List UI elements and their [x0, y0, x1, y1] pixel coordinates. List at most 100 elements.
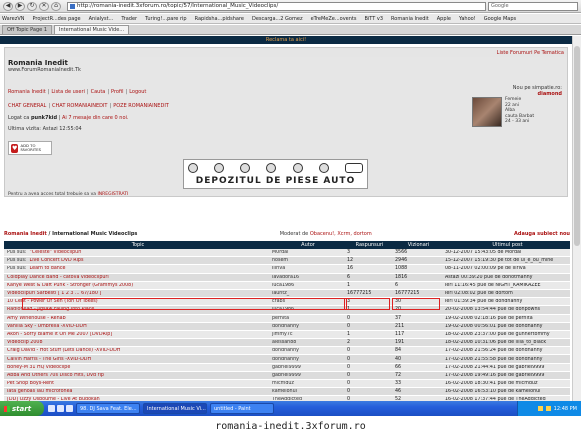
topic-link[interactable]: "Celeste" Videoclipuri: [30, 250, 82, 255]
bookmark-item[interactable]: Descarga...2 Gomez: [252, 16, 303, 22]
taskbar-item-paint[interactable]: untitled - Paint: [210, 403, 274, 414]
search-input[interactable]: Google: [488, 1, 578, 11]
scrollbar-thumb[interactable]: [574, 46, 580, 246]
home-button[interactable]: ⌂: [51, 1, 61, 11]
bookmark-item[interactable]: Yahoo!: [459, 16, 476, 22]
author-cell[interactable]: kamelonul: [269, 389, 344, 394]
topic-link[interactable]: Amy Winehouse - Rehab: [7, 316, 66, 321]
tray-icon[interactable]: [537, 406, 543, 411]
forward-button[interactable]: ▶: [15, 1, 25, 11]
last-post-cell[interactable]: 20-02-2008 13:54:44 pue de donpowns: [442, 307, 570, 312]
last-post-cell[interactable]: 15-12-2007 15:19:30 pe tot de ui_e_ou_mi…: [442, 258, 570, 263]
topic-link[interactable]: Videoclip 2008: [7, 340, 43, 345]
last-post-cell[interactable]: Ieri 11:16:45 pue de NIGHT_KAMIKAZEE: [442, 283, 570, 288]
quick-launch-icon[interactable]: [57, 405, 64, 412]
nav-search-link[interactable]: Cauta: [91, 89, 106, 95]
auto-parts-banner[interactable]: DEPOZITUL DE PIESE AUTO: [183, 159, 368, 189]
last-post-cell[interactable]: 18-02-2008 23:37:00 pue de gunnertommy: [442, 332, 570, 337]
taskbar-item-music[interactable]: 98. DJ Sava Feat. Ele...: [76, 403, 140, 414]
quick-launch-icon[interactable]: [48, 405, 55, 412]
author-cell[interactable]: dondhanny: [269, 348, 344, 353]
tab-off-topic[interactable]: Off Topic Page 1: [2, 25, 53, 34]
author-cell[interactable]: jimmy7c: [269, 332, 344, 337]
topic-link[interactable]: Boney-M 31 HQ videoclipe: [7, 365, 70, 370]
start-button[interactable]: start: [0, 401, 44, 416]
nav-logout-link[interactable]: Logout: [129, 89, 146, 95]
bookmark-item[interactable]: ProjectR...des page: [33, 16, 81, 22]
register-link[interactable]: INREGISTRATI: [97, 192, 128, 197]
topic-link[interactable]: Pet Shop Boys-Rent: [7, 381, 54, 386]
top-notice[interactable]: Reclama ta aici!: [266, 37, 306, 43]
last-post-cell[interactable]: 17-02-2008 19:49:16 pue de gabriel9999: [442, 373, 570, 378]
bookmark-item[interactable]: WarezVN: [2, 16, 25, 22]
nav-users-link[interactable]: Lista de useri: [51, 89, 85, 95]
moderators-list[interactable]: Obacenu!, Xcrm, dortom: [310, 231, 372, 237]
bookmark-item[interactable]: Romania Inedit: [391, 16, 429, 22]
back-button[interactable]: ◀: [3, 1, 13, 11]
topic-link[interactable]: Learn to dance: [30, 266, 66, 271]
last-post-cell[interactable]: Ieri 01:39:34 pue de dondhanny: [442, 299, 570, 304]
nav-chat-general[interactable]: CHAT GENERAL: [8, 103, 46, 109]
promo-link[interactable]: Liste Forumuri Pe Tematica: [497, 50, 564, 56]
nav-profile-link[interactable]: Profil: [111, 89, 123, 95]
last-post-cell[interactable]: 18-02-2008 10:31:06 pue de lilla_to_blac…: [442, 340, 570, 345]
author-cell[interactable]: lavadora16: [269, 275, 344, 280]
reload-button[interactable]: ↻: [27, 1, 37, 11]
avatar[interactable]: [472, 97, 502, 127]
topic-link[interactable]: Iata genoas iau microfonea: [7, 389, 72, 394]
last-post-cell[interactable]: 17-02-2008 21:55:58 pue de dondhanny: [442, 357, 570, 362]
page-scrollbar[interactable]: [572, 36, 581, 401]
topic-link[interactable]: Craig David - Hot Stuff (Lets Dance) -XV…: [7, 348, 120, 353]
last-post-cell[interactable]: Ieri 02:08:02 pue de dortom: [442, 291, 570, 296]
topic-link[interactable]: Coldplay Dance Band - catova videoclipur…: [7, 275, 109, 280]
author-cell[interactable]: pernita: [269, 316, 344, 321]
topic-link[interactable]: Abba And Others 70s Disco Hits, Dvd rip: [7, 373, 104, 378]
bookmark-item[interactable]: Trader: [121, 16, 137, 22]
last-post-cell[interactable]: 19-02-2008 02:18:16 pue de pernita: [442, 316, 570, 321]
nav-home-link[interactable]: Romania Inedit: [8, 89, 46, 95]
author-cell[interactable]: dondhanny: [269, 324, 344, 329]
author-cell[interactable]: alessah88: [269, 340, 344, 345]
last-post-cell[interactable]: 17-02-2008 21:44:41 pue de gabriel9999: [442, 365, 570, 370]
topic-link[interactable]: Kanye West & Daft Punk - Stronger (Gramm…: [7, 283, 133, 288]
topic-link[interactable]: Akon - Sorry Blame It On Me 2007 [DVDRip…: [7, 332, 112, 337]
last-post-cell[interactable]: 19-02-2008 00:56:01 pue de dondhanny: [442, 324, 570, 329]
nav-poze[interactable]: POZE ROMANIAINEDIT: [113, 103, 169, 109]
new-topic-button[interactable]: Adauga subiect nou: [514, 231, 570, 237]
author-cell[interactable]: dondhanny: [269, 357, 344, 362]
last-post-cell[interactable]: 16-02-2008 18:30:41 pue de micmduz: [442, 381, 570, 386]
last-post-cell[interactable]: Astazi 00:39:20 pue de donotmanny: [442, 275, 570, 280]
topic-link[interactable]: Live Concert DVD Rips: [30, 258, 84, 263]
messages-link[interactable]: Ai 7 mesaje din care 0 noi.: [62, 115, 129, 121]
quick-launch-icon[interactable]: [66, 405, 73, 412]
author-cell[interactable]: M0rdal: [269, 250, 344, 255]
author-cell[interactable]: gabriel9999: [269, 373, 344, 378]
last-post-cell[interactable]: 30-12-2007 15:43:05 de Mordal: [442, 250, 570, 255]
author-cell[interactable]: Iliriva: [269, 266, 344, 271]
logged-username[interactable]: punk7kid: [31, 115, 57, 121]
add-to-favorites-button[interactable]: ♥ ADD TO FAVORITES: [8, 141, 52, 155]
tray-icon[interactable]: [545, 406, 551, 411]
bookmark-item[interactable]: BiTT v3: [364, 16, 383, 22]
tab-international-music[interactable]: International Music Vide...: [54, 25, 130, 34]
bookmark-item[interactable]: Rapidsha...pidshare: [195, 16, 244, 22]
author-cell[interactable]: micmduz: [269, 381, 344, 386]
author-cell[interactable]: luca1986: [269, 283, 344, 288]
last-post-cell[interactable]: 08-11-2007 02:00:09 pe de Iliriva: [442, 266, 570, 271]
bookmark-item[interactable]: Apple: [437, 16, 451, 22]
author-cell[interactable]: hosem: [269, 258, 344, 263]
nav-chat-romania[interactable]: CHAT ROMANIAINEDIT: [52, 103, 107, 109]
simpatie-card[interactable]: Femeie 22 ani Alba cauta Barbat 24 - 33 ani: [472, 97, 562, 133]
last-post-cell[interactable]: 16-02-2008 16:53:10 pue de kamelonul: [442, 389, 570, 394]
topic-link[interactable]: Videoclipuri Sarbesti [ 1 2 3 ... 67/180…: [7, 291, 101, 296]
author-cell[interactable]: launtz_: [269, 291, 344, 296]
address-bar[interactable]: http://romania-inedit.3xforum.ro/topic/5…: [67, 1, 486, 11]
author-cell[interactable]: gabriel9999: [269, 365, 344, 370]
bookmark-item[interactable]: eTreMeZe...ovents: [311, 16, 357, 22]
topic-link[interactable]: Vanilla Sky - Umbrella -XVID-DDH: [7, 324, 87, 329]
bookmark-item[interactable]: Turing!...pare rip: [145, 16, 187, 22]
bookmark-item[interactable]: Anialyst...: [89, 16, 114, 22]
stop-button[interactable]: ✕: [39, 1, 49, 11]
breadcrumb-root[interactable]: Romania Inedit: [4, 231, 47, 237]
bookmark-item[interactable]: Google Maps: [484, 16, 516, 22]
